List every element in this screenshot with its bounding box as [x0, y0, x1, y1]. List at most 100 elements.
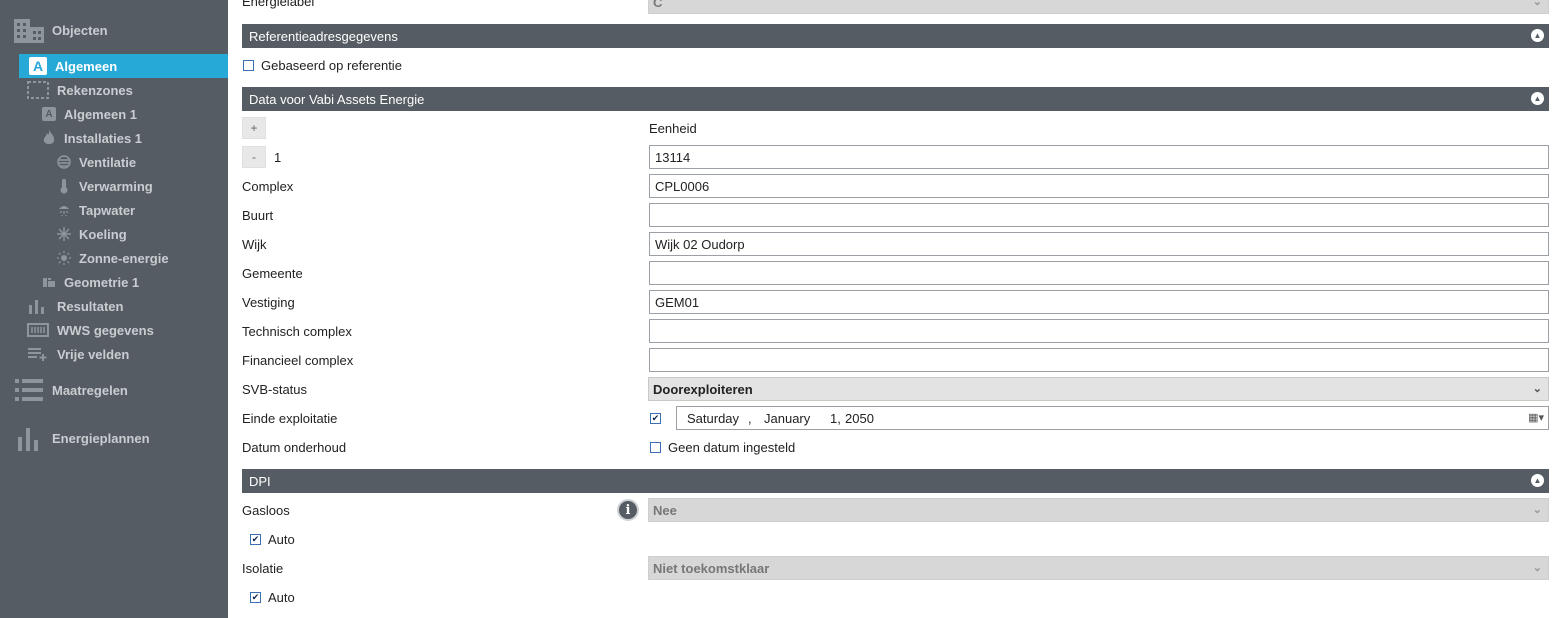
eenheid-field[interactable]: 13114: [649, 145, 1549, 169]
sidebar-item-label: Algemeen: [55, 58, 118, 74]
snowflake-icon: [57, 227, 71, 241]
sidebar-item-ventilatie[interactable]: Ventilatie: [57, 150, 136, 174]
isolatie-auto-checkbox[interactable]: ✔: [250, 592, 261, 603]
gasloos-auto-checkbox[interactable]: ✔: [250, 534, 261, 545]
einde-exploitatie-label: Einde exploitatie: [242, 411, 338, 426]
gasloos-select[interactable]: Nee ⌄: [648, 498, 1549, 522]
sun-icon: [57, 251, 71, 265]
collapse-icon[interactable]: ▲: [1531, 29, 1544, 42]
sidebar-item-resultaten[interactable]: Resultaten: [27, 294, 123, 318]
isolatie-auto-label: Auto: [268, 590, 295, 605]
date-comma: ,: [748, 411, 752, 426]
sidebar-item-label: Zonne-energie: [79, 250, 169, 266]
date-month[interactable]: January: [764, 411, 810, 426]
sidebar-item-label: Installaties 1: [64, 130, 143, 146]
sidebar-item-tapwater[interactable]: Tapwater: [57, 198, 135, 222]
geometry-icon: [42, 276, 56, 288]
vestiging-field[interactable]: GEM01: [649, 290, 1549, 314]
sidebar-item-energieplannen[interactable]: Energieplannen: [14, 424, 150, 452]
energielabel-value: C: [653, 0, 663, 10]
sidebar-item-verwarming[interactable]: Verwarming: [57, 174, 153, 198]
sidebar-item-label: Rekenzones: [57, 82, 133, 98]
isolatie-select[interactable]: Niet toekomstklaar ⌄: [648, 556, 1549, 580]
chevron-down-icon: ⌄: [1532, 504, 1542, 516]
sidebar-item-vrije-velden[interactable]: Vrije velden: [27, 342, 129, 366]
date-weekday[interactable]: Saturday: [687, 411, 739, 426]
referentie-checkbox[interactable]: [243, 60, 254, 71]
list-icon: [14, 377, 44, 403]
financieel-complex-field[interactable]: [649, 348, 1549, 372]
einde-exploitatie-date[interactable]: Saturday , January 1, 2050 ▦▾: [676, 406, 1549, 430]
sidebar-item-label: Tapwater: [79, 202, 136, 218]
referentie-checkbox-label: Gebaseerd op referentie: [261, 58, 402, 73]
date-year[interactable]: 2050: [845, 411, 874, 426]
technisch-complex-label: Technisch complex: [242, 324, 352, 339]
energielabel-label: Energielabel: [242, 0, 315, 9]
sidebar-item-installaties-1[interactable]: Installaties 1: [42, 126, 142, 150]
section-header-referentie[interactable]: Referentieadresgegevens ▲: [242, 24, 1549, 48]
gasloos-value: Nee: [653, 502, 677, 518]
vestiging-label: Vestiging: [242, 295, 295, 310]
main-content: Energielabel C ⌄ Referentieadresgegevens…: [228, 0, 1559, 618]
sidebar-item-label: Resultaten: [57, 298, 124, 314]
sidebar-item-rekenzones[interactable]: Rekenzones: [27, 78, 133, 102]
complex-field[interactable]: CPL0006: [649, 174, 1549, 198]
ventilation-icon: [57, 155, 71, 169]
bar-chart-icon: [27, 298, 49, 314]
sidebar-item-label: Verwarming: [79, 178, 153, 194]
sidebar-item-algemeen[interactable]: A Algemeen: [19, 54, 228, 78]
date-day[interactable]: 1,: [830, 411, 841, 426]
gemeente-field[interactable]: [649, 261, 1549, 285]
sidebar-item-label: Maatregelen: [52, 382, 128, 398]
sidebar-item-label: Vrije velden: [57, 346, 130, 362]
datum-onderhoud-checkbox[interactable]: [650, 442, 661, 453]
datum-onderhoud-checkbox-label: Geen datum ingesteld: [668, 440, 796, 455]
chevron-down-icon: ⌄: [1532, 562, 1542, 574]
column-header-eenheid: Eenheid: [649, 121, 697, 136]
wws-icon: [27, 323, 49, 337]
sidebar-item-label: Koeling: [79, 226, 127, 242]
sidebar-item-label: Energieplannen: [52, 430, 150, 446]
chevron-down-icon: ⌄: [1532, 383, 1542, 395]
sidebar-item-wws-gegevens[interactable]: WWS gegevens: [27, 318, 154, 342]
complex-label: Complex: [242, 179, 294, 194]
row-number: 1: [274, 150, 282, 165]
shower-icon: [57, 203, 71, 217]
add-row-button[interactable]: +: [242, 117, 266, 139]
collapse-icon[interactable]: ▲: [1531, 474, 1544, 487]
section-header-dpi[interactable]: DPI ▲: [242, 469, 1549, 493]
wijk-field[interactable]: Wijk 02 Oudorp: [649, 232, 1549, 256]
sidebar-item-label: Geometrie 1: [64, 274, 140, 290]
remove-row-button[interactable]: -: [242, 146, 266, 168]
sidebar-item-geometrie-1[interactable]: Geometrie 1: [42, 270, 139, 294]
sidebar-item-objecten[interactable]: Objecten: [14, 18, 108, 43]
section-title: DPI: [249, 473, 271, 489]
sidebar-item-algemeen-1[interactable]: A Algemeen 1: [42, 102, 137, 126]
sidebar-item-zonne-energie[interactable]: Zonne-energie: [57, 246, 169, 270]
energielabel-select[interactable]: C ⌄: [648, 0, 1549, 14]
sidebar-item-maatregelen[interactable]: Maatregelen: [14, 376, 128, 404]
chevron-down-icon: ⌄: [1532, 0, 1542, 8]
collapse-icon[interactable]: ▲: [1531, 92, 1544, 105]
gasloos-auto-label: Auto: [268, 532, 295, 547]
a-icon: A: [29, 57, 47, 75]
svb-status-select[interactable]: Doorexploiteren ⌄: [648, 377, 1549, 401]
bar-chart-icon: [14, 425, 44, 451]
sidebar: Objecten A Algemeen Rekenzones A Algemee…: [0, 0, 228, 618]
zones-icon: [27, 81, 49, 99]
sidebar-item-koeling[interactable]: Koeling: [57, 222, 127, 246]
einde-exploitatie-checkbox[interactable]: ✔: [650, 413, 661, 424]
sidebar-item-label: WWS gegevens: [57, 322, 154, 338]
technisch-complex-field[interactable]: [649, 319, 1549, 343]
info-icon[interactable]: i: [617, 499, 639, 521]
gasloos-label: Gasloos: [242, 503, 290, 518]
flame-icon: [42, 130, 56, 146]
a-icon: A: [42, 107, 56, 121]
calendar-icon[interactable]: ▦▾: [1528, 411, 1544, 424]
buurt-field[interactable]: [649, 203, 1549, 227]
buurt-label: Buurt: [242, 208, 274, 223]
section-title: Referentieadresgegevens: [249, 28, 398, 44]
section-header-vabi[interactable]: Data voor Vabi Assets Energie ▲: [242, 87, 1549, 111]
datum-onderhoud-label: Datum onderhoud: [242, 440, 347, 455]
sidebar-item-label: Algemeen 1: [64, 106, 137, 122]
